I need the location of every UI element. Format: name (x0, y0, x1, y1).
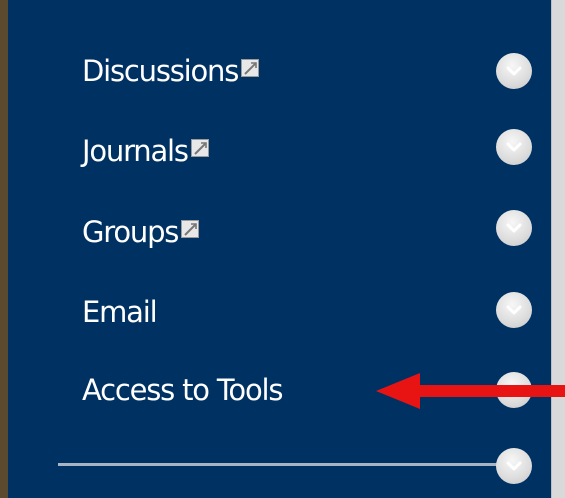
menu-item-label: Groups (82, 215, 179, 249)
left-border (0, 0, 8, 498)
divider-chevron-down-icon[interactable] (496, 448, 532, 484)
menu-item-discussions[interactable]: Discussions (82, 51, 260, 91)
menu-item-label: Journals (82, 134, 189, 168)
menu-item-label: Discussions (82, 54, 239, 88)
external-link-icon (181, 220, 200, 238)
scrollbar-strip[interactable] (551, 0, 565, 498)
menu-item-label: Access to Tools (82, 373, 283, 407)
email-chevron-down-icon[interactable] (496, 292, 532, 328)
menu-item-access-to-tools[interactable]: Access to Tools (82, 370, 283, 410)
discussions-chevron-down-icon[interactable] (496, 53, 532, 89)
red-arrow-annotation-icon (376, 373, 565, 409)
menu-item-email[interactable]: Email (82, 292, 158, 332)
menu-item-groups[interactable]: Groups (82, 212, 200, 252)
menu-item-journals[interactable]: Journals (82, 131, 209, 171)
groups-chevron-down-icon[interactable] (496, 210, 532, 246)
menu-divider (58, 463, 498, 466)
menu-item-label: Email (82, 295, 158, 329)
journals-chevron-down-icon[interactable] (496, 129, 532, 165)
external-link-icon (241, 59, 260, 77)
external-link-icon (190, 139, 209, 157)
